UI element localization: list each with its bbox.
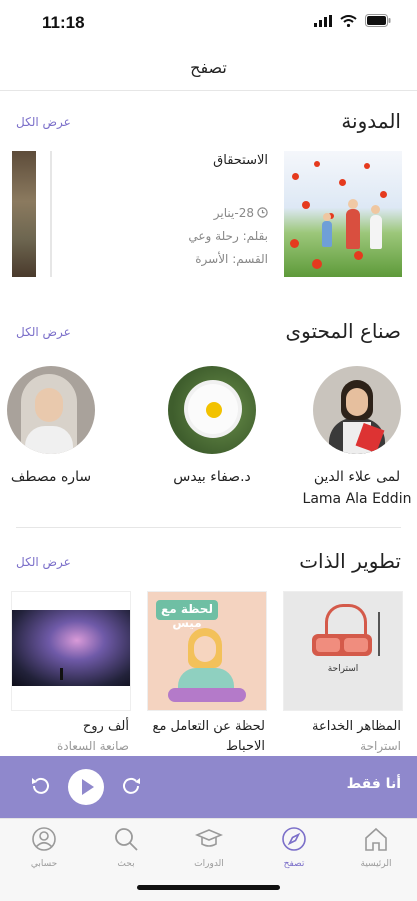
course-cover: استراحة [283,591,403,711]
creator-item[interactable]: ساره مصطف [0,366,111,488]
battery-icon [365,14,391,27]
creators-section-header: صناع المحتوى عرض الكل [0,313,417,353]
blog-card-divider [50,151,52,277]
blog-card-category: القسم: الأسرة [195,252,268,266]
blog-card-author: بقلم: رحلة وعي [188,229,268,243]
status-time: 11:18 [42,13,85,32]
selfdev-see-all-link[interactable]: عرض الكل [16,555,71,569]
tab-home-label: الرئيسية [360,859,392,869]
search-icon [115,828,138,851]
player-title: أنا فقط [346,776,401,792]
blog-card-meta: 28-يناير بقلم: رحلة وعي القسم: الأسرة [108,202,268,271]
selfdev-section-title: تطوير الذات [299,549,401,573]
creator-name: لمى علاء الدين Lama Ala Eddin [297,466,417,510]
course-cover: لحظة مع ميس [147,591,267,711]
creator-item[interactable]: د.صفاء بيدس [152,366,272,488]
creator-name: ساره مصطف [10,469,92,485]
compass-icon [282,827,306,851]
play-icon [82,779,94,795]
forward-icon[interactable] [120,774,142,796]
course-title: لحظة عن التعامل مع الاحباط [152,719,265,754]
blog-card-text: الاستحقاق 28-يناير بقلم: رحلة وعي القسم:… [108,151,268,277]
signal-icon [314,14,332,27]
creator-avatar [313,366,401,454]
tab-search-label: بحث [117,859,135,869]
creator-name: د.صفاء بيدس [173,469,251,485]
selfdev-section-header: تطوير الذات عرض الكل [0,543,417,583]
blog-card-image [284,151,402,277]
home-icon [365,827,387,851]
blog-next-card-peek[interactable] [12,151,36,277]
course-cover [11,591,131,711]
status-bar: 11:18 [0,0,417,46]
tab-home[interactable]: الرئيسية [341,825,411,869]
creator-avatar [7,366,95,454]
tab-search[interactable]: بحث [91,825,161,869]
course-title: ألف روح [82,719,129,734]
blog-card-title: الاستحقاق [213,153,268,168]
rewind-icon[interactable] [30,774,52,796]
creator-name-ar: لمى علاء الدين [313,469,401,485]
creators-see-all-link[interactable]: عرض الكل [16,325,71,339]
home-indicator [137,885,280,890]
browse-content[interactable]: المدونة عرض الكل الاستحقاق 28-يناير بقلم… [0,91,417,756]
play-button[interactable] [68,769,104,805]
course-cover-text: استراحة [327,664,359,674]
blog-card-date: 28-يناير [213,206,254,220]
wifi-icon [340,14,357,27]
graduation-cap-icon [194,829,224,847]
page-title: تصفح [190,58,227,77]
course-card[interactable]: استراحة المظاهر الخداعة استراحة [283,591,403,753]
nav-bar: تصفح [0,46,417,91]
tab-browse[interactable]: تصفح [259,825,329,869]
section-divider [16,527,401,528]
tab-account[interactable]: حسابي [9,825,79,869]
creator-name-en: Lama Ala Eddin [302,491,412,507]
course-cover-text: لحظة مع ميس [161,602,213,630]
blog-section-header: المدونة عرض الكل [0,103,417,143]
tab-account-label: حسابي [30,859,58,869]
creator-avatar [168,366,256,454]
course-subtitle: استراحة [360,739,401,753]
blog-section-title: المدونة [341,109,401,133]
tab-courses-label: الدورات [194,859,224,869]
tab-browse-label: تصفح [283,859,305,869]
course-subtitle: صانعة السعادة [57,739,129,753]
course-card[interactable]: لحظة مع ميس لحظة عن التعامل مع الاحباط [147,591,267,756]
creators-section-title: صناع المحتوى [285,319,401,343]
blog-card-date-row: 28-يناير [108,202,268,225]
user-icon [32,827,56,851]
creator-item[interactable]: لمى علاء الدين Lama Ala Eddin [297,366,417,510]
tab-courses[interactable]: الدورات [174,825,244,869]
clock-icon [257,207,268,218]
course-card[interactable]: ألف روح صانعة السعادة [11,591,131,753]
blog-card[interactable]: الاستحقاق 28-يناير بقلم: رحلة وعي القسم:… [12,151,402,279]
status-icons [314,14,391,27]
mini-player[interactable]: أنا فقط [0,756,417,818]
blog-see-all-link[interactable]: عرض الكل [16,115,71,129]
course-title: المظاهر الخداعة [311,719,401,734]
